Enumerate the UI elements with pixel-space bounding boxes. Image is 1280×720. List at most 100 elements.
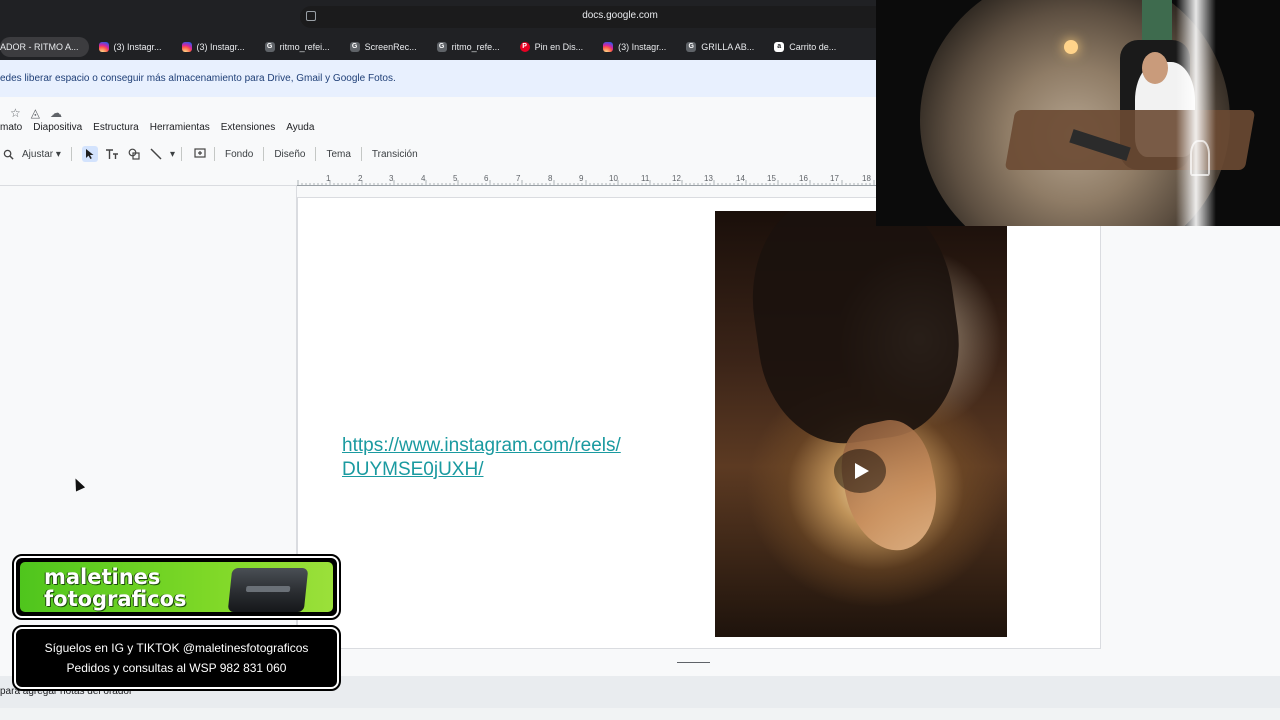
contact-line-1: Síguelos en IG y TIKTOK @maletinesfotogr… [44, 641, 309, 655]
menu-ayuda[interactable]: Ayuda [286, 122, 314, 133]
zoom-label: Ajustar [22, 148, 54, 160]
cam-light-glare [1176, 0, 1216, 226]
contact-line-2: Pedidos y consultas al WSP 982 831 060 [66, 661, 287, 675]
google-icon: G [349, 42, 360, 52]
amazon-icon: a [774, 42, 785, 52]
ruler-label: 18 [862, 174, 871, 183]
notes-resize-handle[interactable] [677, 662, 710, 663]
pinterest-icon: P [519, 42, 530, 52]
case-latch [245, 586, 291, 592]
ruler-label: 6 [484, 174, 489, 183]
ruler-label: 4 [421, 174, 426, 183]
tab-instagram-1[interactable]: (3) Instagr... [91, 37, 172, 57]
tab-instagram-2[interactable]: (3) Instagr... [174, 37, 255, 57]
play-icon [855, 463, 869, 479]
tab-label: ritmo_refe... [451, 42, 500, 52]
ruler-label: 16 [799, 174, 808, 183]
menu-bar: mato Diapositiva Estructura Herramientas… [0, 122, 314, 133]
line-icon[interactable] [148, 146, 164, 162]
ruler-label: 3 [389, 174, 394, 183]
ruler-label: 7 [516, 174, 521, 183]
ruler-label: 11 [641, 174, 650, 183]
brand-line-1: maletines [44, 565, 161, 589]
google-icon: G [686, 42, 697, 52]
select-tool-icon[interactable] [81, 146, 98, 162]
tab-ritmo[interactable]: ADOR - RITMO A... [0, 37, 89, 57]
ruler-label: 5 [453, 174, 458, 183]
ruler-label: 10 [609, 174, 618, 183]
text-box-icon[interactable] [104, 146, 120, 162]
tab-label: ADOR - RITMO A... [0, 42, 79, 52]
tab-carrito[interactable]: a Carrito de... [766, 37, 846, 57]
embedded-video[interactable] [715, 211, 1007, 637]
doc-title-icons: ☆ ◬ ☁ [10, 106, 62, 120]
instagram-reel-link[interactable]: https://www.instagram.com/reels/DUYMSE0j… [342, 434, 622, 482]
menu-extensiones[interactable]: Extensiones [221, 122, 275, 133]
instagram-icon [98, 42, 109, 52]
storage-banner-text: edes liberar espacio o conseguir más alm… [0, 73, 396, 84]
tab-label: ScreenRec... [364, 42, 417, 52]
tab-grilla[interactable]: G GRILLA AB... [678, 37, 764, 57]
menu-diapositiva[interactable]: Diapositiva [33, 122, 82, 133]
tab-ritmo-refe[interactable]: Gritmo_refe... [429, 37, 510, 57]
shape-icon[interactable] [126, 146, 142, 162]
toolbar-divider [263, 147, 265, 161]
fondo-button[interactable]: Fondo [225, 149, 253, 160]
menu-formato[interactable]: mato [0, 122, 22, 133]
tab-label: (3) Instagr... [113, 42, 162, 52]
tab-screenrec[interactable]: G ScreenRec... [342, 37, 427, 57]
ruler-label: 15 [767, 174, 776, 183]
toolbar-divider [315, 147, 317, 161]
url-field[interactable]: docs.google.com [300, 6, 940, 28]
google-icon: G [264, 42, 275, 52]
horizontal-ruler: 1 2 3 4 5 6 7 8 9 10 11 12 13 14 15 16 1… [297, 170, 897, 186]
google-icon: G [436, 42, 447, 52]
zoom-icon[interactable] [0, 146, 16, 162]
toolbar-divider [360, 147, 362, 161]
line-options-chevron-icon[interactable]: ▾ [170, 149, 175, 160]
tab-label: (3) Instagr... [618, 42, 667, 52]
ruler-label: 1 [326, 174, 331, 183]
brand-line-2: fotograficos [44, 587, 187, 611]
instagram-icon [603, 42, 614, 52]
star-icon[interactable]: ☆ [10, 106, 21, 120]
menu-herramientas[interactable]: Herramientas [150, 122, 210, 133]
toolbar-divider [180, 147, 182, 161]
bottom-strip [0, 708, 1280, 720]
ruler-label: 8 [548, 174, 553, 183]
url-text: docs.google.com [582, 10, 658, 21]
cam-desk [1004, 110, 1256, 170]
cam-head [1142, 52, 1168, 84]
brand-banner-fill: maletines fotograficos [20, 562, 333, 612]
ruler-label: 2 [358, 174, 363, 183]
diseno-button[interactable]: Diseño [274, 149, 305, 160]
zoom-select[interactable]: Ajustar ▾ [22, 149, 61, 160]
cam-lamp [1064, 40, 1078, 54]
tab-pinterest[interactable]: P Pin en Dis... [512, 37, 594, 57]
cloud-status-icon[interactable]: ☁ [50, 106, 62, 120]
play-button[interactable] [834, 449, 886, 493]
transicion-button[interactable]: Transición [372, 149, 418, 160]
video-thumbnail-arm [738, 211, 972, 454]
ruler-label: 12 [672, 174, 681, 183]
move-to-drive-icon[interactable]: ◬ [31, 106, 40, 120]
menu-estructura[interactable]: Estructura [93, 122, 139, 133]
tab-label: ritmo_refei... [279, 42, 330, 52]
ruler-label: 9 [579, 174, 584, 183]
webcam-overlay [876, 0, 1280, 226]
toolbar-divider [70, 147, 72, 161]
tab-label: Pin en Dis... [534, 42, 584, 52]
brand-banner: maletines fotograficos [12, 554, 341, 620]
toolbar-divider [213, 147, 215, 161]
brand-logo-text: maletines fotograficos [44, 566, 187, 610]
camera-case-icon [227, 568, 309, 612]
tab-instagram-3[interactable]: (3) Instagr... [595, 37, 676, 57]
add-comment-icon[interactable] [192, 146, 208, 162]
contact-banner: Síguelos en IG y TIKTOK @maletinesfotogr… [12, 625, 341, 691]
slide-canvas[interactable]: https://www.instagram.com/reels/DUYMSE0j… [297, 197, 1101, 649]
tema-button[interactable]: Tema [326, 149, 350, 160]
tab-label: GRILLA AB... [701, 42, 755, 52]
ruler-label: 13 [704, 174, 713, 183]
tab-ritmo-refei[interactable]: Gritmo_refei... [257, 37, 340, 57]
tab-label: Carrito de... [789, 42, 837, 52]
